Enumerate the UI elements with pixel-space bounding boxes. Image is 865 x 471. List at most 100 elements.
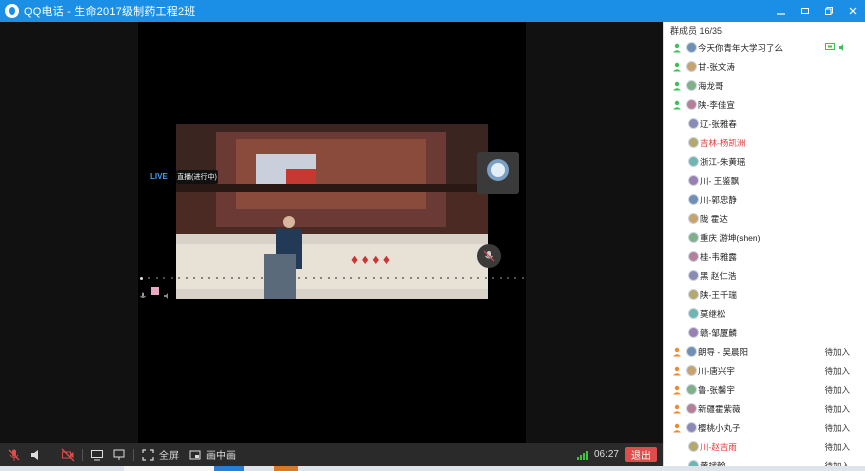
- member-status: 待加入: [824, 384, 850, 395]
- person-icon: [672, 366, 682, 376]
- avatar: [686, 99, 697, 110]
- member-row[interactable]: 今天你青年大学习了么: [664, 38, 865, 57]
- avatar: [686, 403, 697, 414]
- member-name: 鲁-张馨宇: [698, 384, 735, 395]
- avatar: [688, 175, 699, 186]
- avatar: [688, 327, 699, 338]
- member-name: 甘-张文涛: [698, 61, 735, 72]
- member-row[interactable]: 桂-韦雅露: [664, 247, 865, 266]
- member-row[interactable]: 浙江-朱黄瑶: [664, 152, 865, 171]
- member-row[interactable]: 陕-李佳宣: [664, 95, 865, 114]
- restore-button[interactable]: [817, 0, 841, 22]
- member-row[interactable]: 川- 王鉴飘: [664, 171, 865, 190]
- member-name: 海龙哥: [698, 80, 724, 91]
- member-name: 辽-张雅春: [700, 118, 737, 129]
- avatar: [688, 441, 699, 452]
- avatar: [688, 156, 699, 167]
- avatar: [688, 232, 699, 243]
- avatar: [688, 194, 699, 205]
- member-row[interactable]: 辽-张雅春: [664, 114, 865, 133]
- mini-video-thumbnail[interactable]: [477, 152, 519, 194]
- member-row[interactable]: 陕-王千瑞: [664, 285, 865, 304]
- speaker-icon[interactable]: [28, 447, 44, 463]
- member-row[interactable]: 陇 霍达: [664, 209, 865, 228]
- avatar: [688, 251, 699, 262]
- fullscreen-button[interactable]: 全屏: [159, 447, 179, 462]
- person-icon: [672, 100, 682, 110]
- member-status: 待加入: [824, 460, 850, 467]
- taskbar-strip: [0, 466, 865, 471]
- member-row[interactable]: 赣-邹厦麟: [664, 323, 865, 342]
- camera-off-icon[interactable]: [60, 447, 76, 463]
- member-name: 朗导 - 吴晨阳: [698, 346, 749, 357]
- member-row[interactable]: 川-赵吉雨 待加入: [664, 437, 865, 456]
- toolbar-divider: [82, 448, 83, 461]
- mini-video-image: [477, 152, 519, 194]
- member-row[interactable]: 鲁-张馨宇 待加入: [664, 380, 865, 399]
- member-status: 待加入: [824, 365, 850, 376]
- member-row[interactable]: 樱桃小丸子 待加入: [664, 418, 865, 437]
- member-name: 樱桃小丸子: [698, 422, 741, 433]
- member-panel: 群成员 16/35 今天你青年大学习了么 甘-张文涛 海龙哥 陕-李佳宣 辽-张雅春 吉林…: [663, 22, 865, 466]
- restore-icon: [825, 7, 833, 15]
- minimize-button[interactable]: [769, 0, 793, 22]
- person-icon: [672, 43, 682, 53]
- member-name: 莫继松: [700, 308, 726, 319]
- avatar: [686, 42, 697, 53]
- avatar: [688, 213, 699, 224]
- person-icon: [672, 404, 682, 414]
- member-status: 待加入: [824, 403, 850, 414]
- mic-small-icon[interactable]: [139, 287, 147, 298]
- shared-video[interactable]: ♦ ♦ ♦ ♦: [176, 124, 488, 299]
- live-badge: LIVE: [150, 172, 168, 181]
- screen-share-icon[interactable]: [89, 447, 105, 463]
- avatar: [688, 460, 699, 466]
- member-row[interactable]: 海龙哥: [664, 76, 865, 95]
- member-row[interactable]: 新疆霍紫薇 待加入: [664, 399, 865, 418]
- member-name: 吉林-杨凯洲: [700, 137, 746, 148]
- classroom-scene-image: ♦ ♦ ♦ ♦: [176, 124, 488, 299]
- picture-in-picture-button[interactable]: 画中画: [206, 447, 236, 462]
- host-status-badge: 直播(进行中): [176, 170, 218, 184]
- maximize-button[interactable]: [793, 0, 817, 22]
- person-icon: [672, 81, 682, 91]
- mini-mic-muted-icon[interactable]: [477, 244, 501, 268]
- maximize-icon: [801, 8, 809, 14]
- call-toolbar: 全屏 画中画 06:27 退出: [0, 443, 663, 466]
- speaker-small-icon[interactable]: [163, 287, 171, 299]
- signal-strength-icon: [576, 450, 588, 460]
- call-timer: 06:27: [593, 449, 619, 460]
- mic-muted-icon[interactable]: [6, 447, 22, 463]
- member-row[interactable]: 莫继松: [664, 304, 865, 323]
- whiteboard-icon[interactable]: [111, 447, 127, 463]
- picture-in-picture-icon[interactable]: [187, 447, 203, 463]
- window-title: QQ电话 - 生命2017级制药工程2班: [24, 6, 196, 18]
- member-name: 川-赵吉雨: [700, 441, 737, 452]
- member-name: 今天你青年大学习了么: [698, 42, 784, 53]
- member-status: 待加入: [824, 422, 850, 433]
- member-name: 赣-邹厦麟: [700, 327, 737, 338]
- member-row[interactable]: 甘-张文涛: [664, 57, 865, 76]
- member-row[interactable]: 吉林-杨凯洲: [664, 133, 865, 152]
- screen-share-small-icon[interactable]: [151, 287, 159, 295]
- exit-button[interactable]: 退出: [625, 447, 657, 462]
- member-row[interactable]: 朗导 - 吴晨阳 待加入: [664, 342, 865, 361]
- member-row[interactable]: 川-郭忠静: [664, 190, 865, 209]
- member-name: 陇 霍达: [700, 213, 728, 224]
- member-name: 川- 王鉴飘: [700, 175, 740, 186]
- member-row[interactable]: 黑 赵仁浩: [664, 266, 865, 285]
- avatar: [686, 365, 697, 376]
- member-name: 新疆霍紫薇: [698, 403, 741, 414]
- minimize-icon: [777, 13, 785, 15]
- member-row[interactable]: 黄斌翰 待加入: [664, 456, 865, 466]
- person-icon: [672, 423, 682, 433]
- member-row[interactable]: 川-唐兴宇 待加入: [664, 361, 865, 380]
- member-row[interactable]: 重庆 游坤(shen): [664, 228, 865, 247]
- member-name: 陕-李佳宣: [698, 99, 735, 110]
- svg-text:♦ ♦ ♦ ♦: ♦ ♦ ♦ ♦: [351, 253, 390, 268]
- avatar: [686, 80, 697, 91]
- fullscreen-icon[interactable]: [140, 447, 156, 463]
- member-name: 重庆 游坤(shen): [700, 232, 761, 243]
- close-button[interactable]: [841, 0, 865, 22]
- page-indicator-dots[interactable]: [138, 275, 526, 281]
